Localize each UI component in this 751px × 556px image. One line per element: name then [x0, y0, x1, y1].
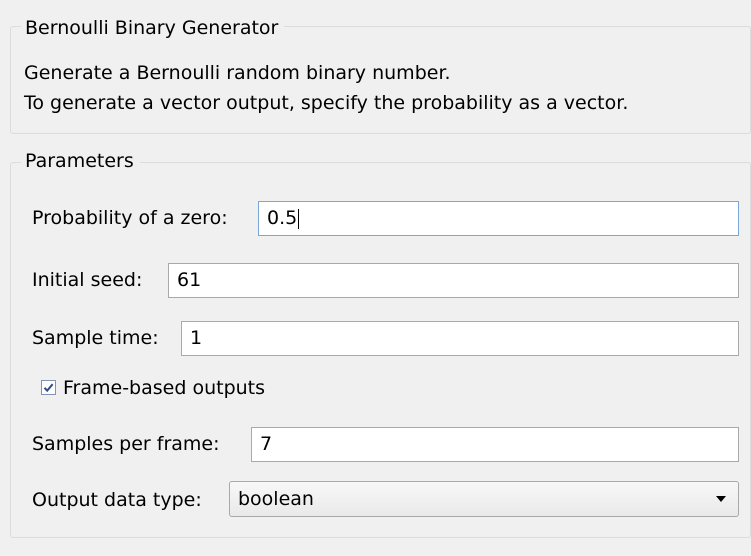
description-line-2: To generate a vector output, specify the… [24, 92, 629, 114]
output-data-type-label: Output data type: [32, 489, 202, 511]
sample-time-input[interactable]: 1 [181, 321, 739, 356]
sample-time-label: Sample time: [32, 327, 159, 349]
initial-seed-label: Initial seed: [32, 269, 143, 291]
check-mark-icon [43, 383, 54, 393]
initial-seed-value: 61 [177, 269, 202, 291]
probability-zero-label: Probability of a zero: [32, 207, 228, 229]
samples-per-frame-value: 7 [260, 433, 273, 455]
sample-time-value: 1 [190, 327, 203, 349]
initial-seed-input[interactable]: 61 [168, 263, 739, 298]
probability-zero-input[interactable]: 0.5 [258, 201, 739, 236]
probability-zero-value: 0.5 [267, 207, 298, 229]
output-data-type-select[interactable]: boolean [229, 481, 739, 517]
block-title: Bernoulli Binary Generator [21, 17, 285, 39]
samples-per-frame-input[interactable]: 7 [251, 427, 739, 462]
samples-per-frame-label: Samples per frame: [32, 433, 220, 455]
description-line-1: Generate a Bernoulli random binary numbe… [24, 62, 451, 84]
text-caret [298, 208, 300, 229]
parameters-title: Parameters [21, 150, 140, 172]
output-data-type-value: boolean [238, 488, 314, 510]
frame-based-checkbox[interactable] [41, 380, 56, 395]
chevron-down-icon[interactable] [716, 496, 726, 502]
frame-based-label[interactable]: Frame-based outputs [63, 377, 265, 399]
